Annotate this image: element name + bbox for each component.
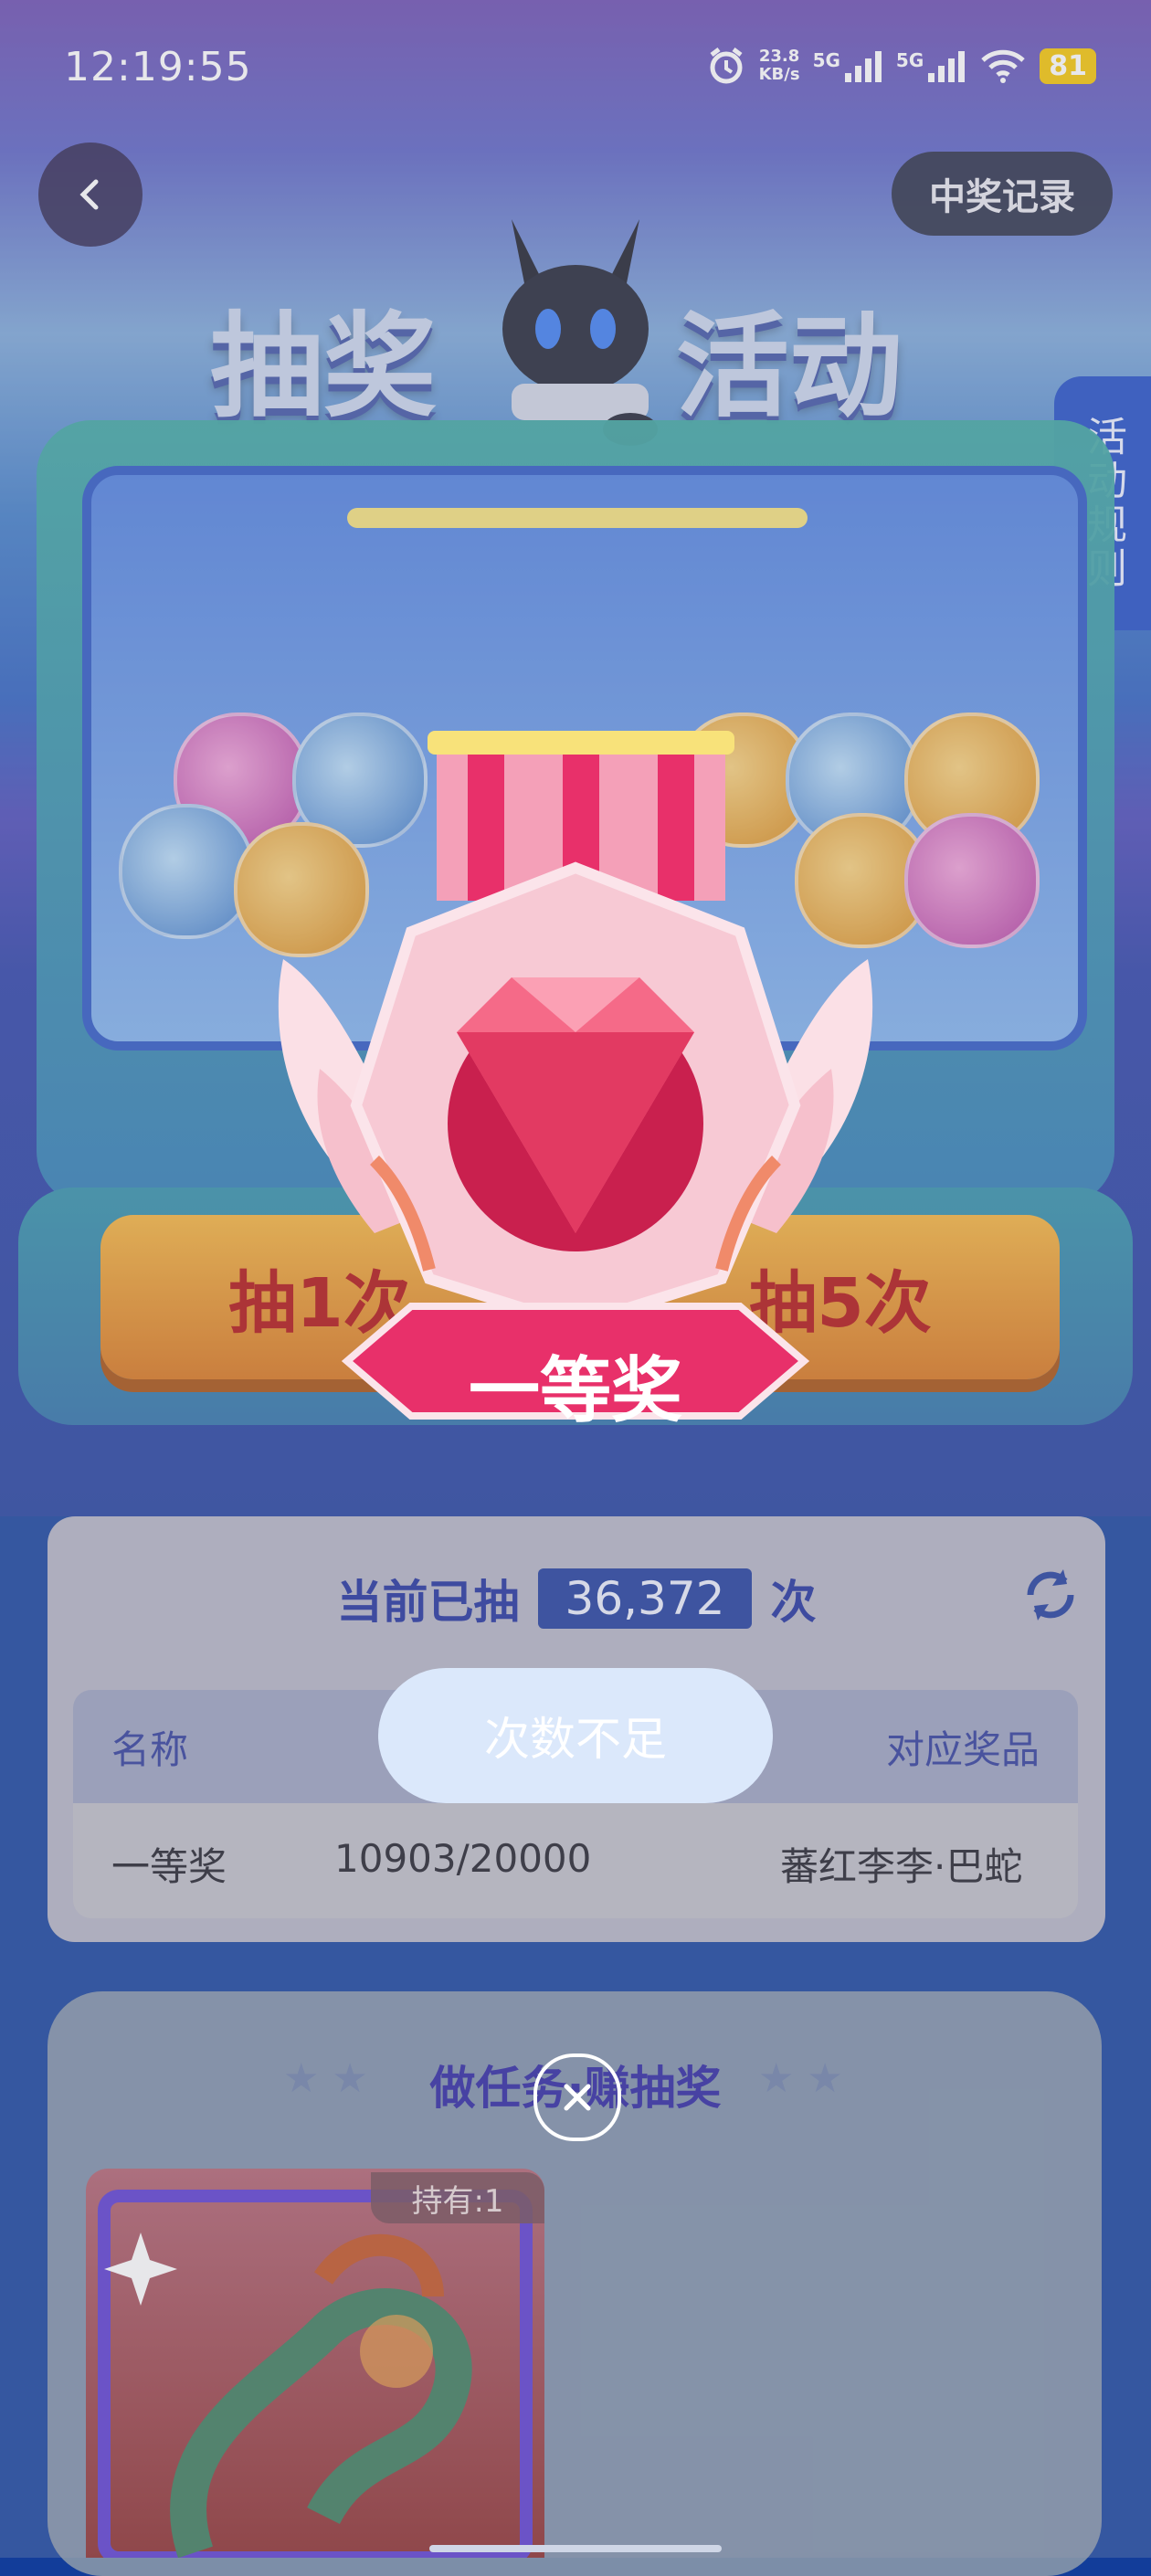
home-indicator[interactable] [429, 2545, 722, 2552]
close-icon [564, 2084, 591, 2111]
prize-name-label: 一等奖 [468, 1350, 682, 1432]
close-popup-button[interactable] [533, 2053, 621, 2141]
toast-message: 次数不足 [378, 1668, 773, 1803]
